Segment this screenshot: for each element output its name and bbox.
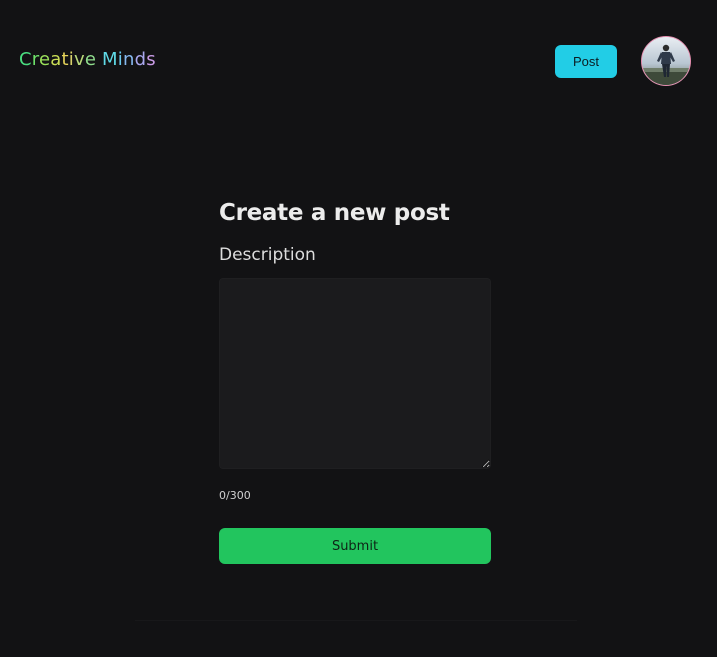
user-avatar-photo-icon	[642, 37, 690, 85]
page: Creative Minds Post Create a new post De…	[0, 0, 717, 657]
post-button[interactable]: Post	[555, 45, 617, 78]
create-post-form: Create a new post Description 0/300 Subm…	[219, 196, 491, 564]
logo-letter: e	[39, 49, 51, 70]
logo-letter: a	[50, 49, 62, 70]
logo-letter: C	[19, 49, 32, 70]
logo-letter: e	[84, 49, 97, 70]
avatar[interactable]	[641, 36, 691, 86]
character-counter: 0/300	[219, 489, 251, 502]
logo[interactable]: Creative Minds	[19, 49, 156, 70]
description-label: Description	[219, 245, 316, 265]
footer-divider	[135, 620, 577, 621]
logo-letter: v	[73, 49, 85, 70]
submit-button[interactable]: Submit	[219, 528, 491, 564]
description-textarea[interactable]	[219, 278, 491, 469]
logo-letter: M	[102, 49, 118, 70]
logo-letter: t	[61, 49, 69, 70]
page-title: Create a new post	[219, 200, 450, 226]
logo-letter: s	[146, 49, 156, 70]
logo-letter: d	[134, 49, 147, 70]
logo-letter: n	[122, 49, 135, 70]
logo-letter: r	[31, 49, 39, 70]
